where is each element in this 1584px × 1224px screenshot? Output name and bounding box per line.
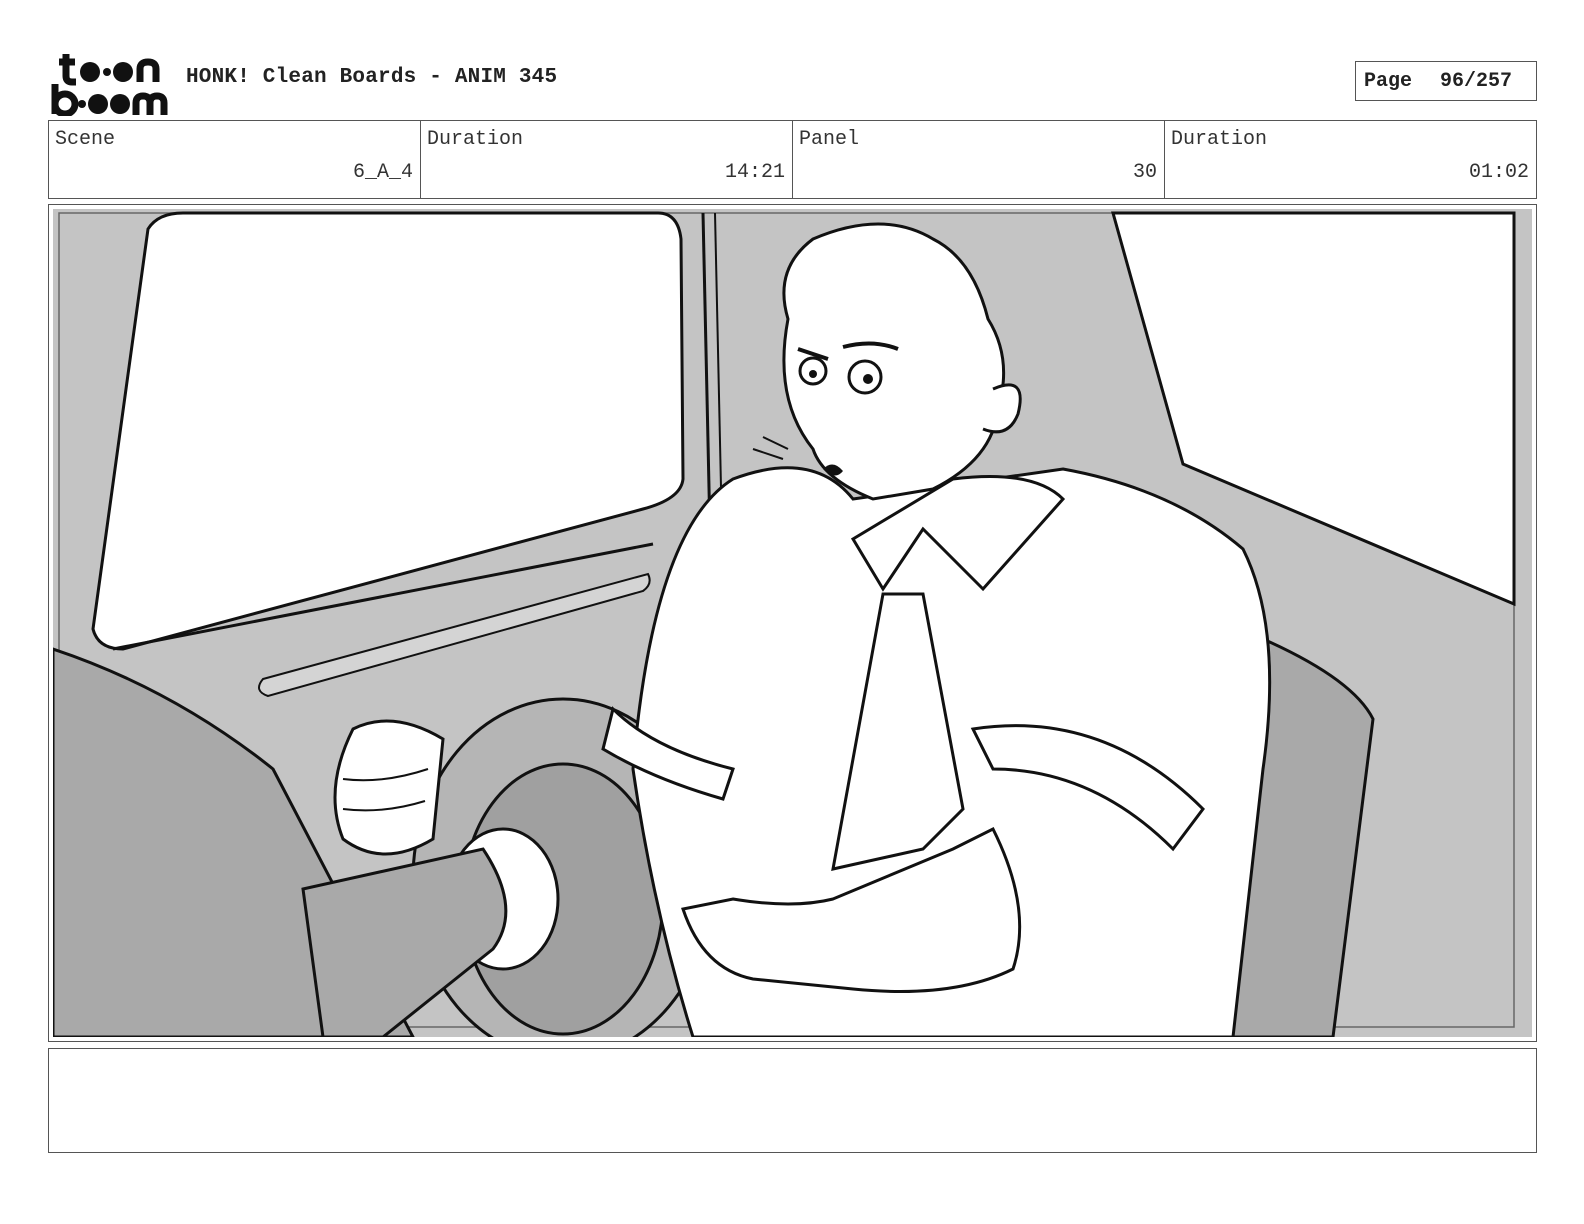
- scene-duration-value: 14:21: [724, 161, 785, 184]
- scene-value: 6_A_4: [352, 161, 413, 184]
- storyboard-panel-frame: [48, 204, 1537, 1042]
- panel-label: Panel: [799, 128, 860, 151]
- scene-duration-cell: Duration 14:21: [421, 121, 793, 198]
- document-title: HONK! Clean Boards - ANIM 345: [186, 66, 558, 89]
- scene-label: Scene: [55, 128, 116, 151]
- toon-boom-logo: [51, 54, 168, 116]
- storyboard-panel-drawing: [53, 209, 1532, 1037]
- storyboard-info-row: Scene 6_A_4 Duration 14:21 Panel 30 Dura…: [48, 120, 1537, 199]
- panel-duration-value: 01:02: [1468, 161, 1529, 184]
- scene-duration-label: Duration: [427, 128, 524, 151]
- scene-cell: Scene 6_A_4: [49, 121, 421, 198]
- page-indicator: Page 96/257: [1355, 61, 1537, 101]
- panel-cell: Panel 30: [793, 121, 1165, 198]
- page-label: Page: [1364, 69, 1413, 93]
- panel-value: 30: [1132, 161, 1157, 184]
- panel-duration-cell: Duration 01:02: [1165, 121, 1536, 198]
- panel-notes-box: [48, 1048, 1537, 1153]
- panel-duration-label: Duration: [1171, 128, 1268, 151]
- page-number: 96/257: [1440, 69, 1513, 93]
- driver-fist: [333, 719, 445, 856]
